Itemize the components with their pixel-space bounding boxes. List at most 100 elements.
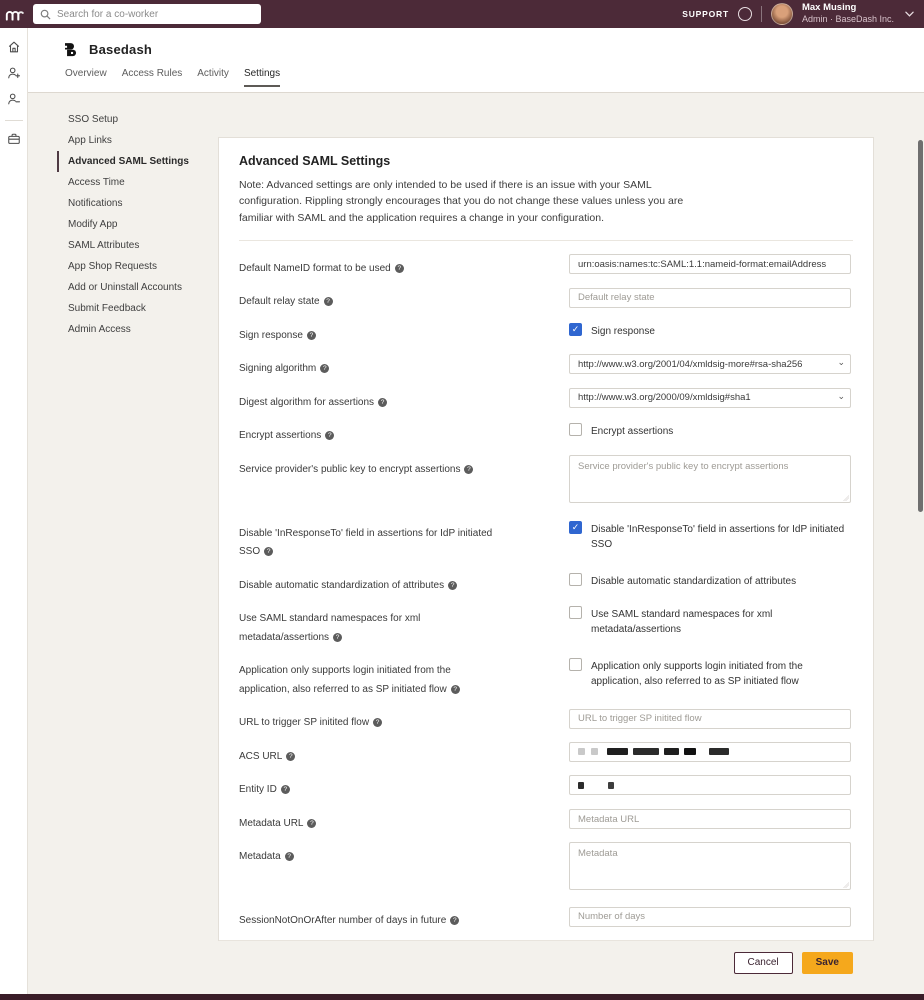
save-button[interactable]: Save <box>802 952 853 974</box>
field-label-column: URL to trigger SP initited flow <box>239 708 569 731</box>
tab-settings[interactable]: Settings <box>244 68 280 87</box>
field-textarea[interactable] <box>569 842 851 890</box>
field-label-column: Entity ID <box>239 775 569 798</box>
checkbox-unchecked[interactable] <box>569 606 582 619</box>
add-user-icon[interactable] <box>6 65 21 80</box>
help-icon[interactable] <box>307 819 316 828</box>
sidebar-item-admin-access[interactable]: Admin Access <box>57 319 215 340</box>
help-icon[interactable] <box>464 465 473 474</box>
remove-user-icon[interactable] <box>6 91 21 106</box>
checkbox-label[interactable]: Use SAML standard namespaces for xml met… <box>591 606 851 637</box>
vertical-scrollbar[interactable] <box>918 140 923 512</box>
field-control-column: ✓ Disable 'InResponseTo' field in asserti… <box>569 519 851 560</box>
topbar-divider <box>761 6 762 22</box>
search-icon <box>40 9 51 20</box>
help-icon[interactable] <box>451 685 460 694</box>
sidebar-item-app-links[interactable]: App Links <box>57 130 215 151</box>
checkbox-unchecked[interactable] <box>569 423 582 436</box>
user-avatar[interactable] <box>771 3 793 25</box>
advanced-saml-settings-card: Advanced SAML Settings Note: Advanced se… <box>218 137 874 941</box>
field-input-redacted[interactable] <box>569 742 851 762</box>
field-input[interactable] <box>569 809 851 829</box>
field-label-column: Metadata <box>239 842 569 895</box>
field-select[interactable]: http://www.w3.org/2000/09/xmldsig#sha1⌄ <box>569 388 851 408</box>
field-input-redacted[interactable] <box>569 775 851 795</box>
checkbox-label[interactable]: Disable automatic standardization of att… <box>591 573 796 589</box>
rail-divider <box>5 120 23 121</box>
help-icon[interactable] <box>281 785 290 794</box>
page-title: Basedash <box>89 42 152 57</box>
sidebar-item-add-or-uninstall-accounts[interactable]: Add or Uninstall Accounts <box>57 277 215 298</box>
sidebar-item-advanced-saml-settings[interactable]: Advanced SAML Settings <box>57 151 215 172</box>
sidebar-item-submit-feedback[interactable]: Submit Feedback <box>57 298 215 319</box>
help-icon[interactable] <box>264 547 273 556</box>
checkbox-unchecked[interactable] <box>569 573 582 586</box>
field-label: Disable 'InResponseTo' field in assertio… <box>239 528 492 558</box>
help-icon[interactable] <box>378 398 387 407</box>
field-input[interactable] <box>569 288 851 308</box>
checkbox-row: ✓ Disable 'InResponseTo' field in asserti… <box>569 519 851 552</box>
field-label: Metadata URL <box>239 818 303 829</box>
field-label: Default relay state <box>239 296 320 307</box>
field-label-column: Disable 'InResponseTo' field in assertio… <box>239 519 569 560</box>
sidebar-item-access-time[interactable]: Access Time <box>57 172 215 193</box>
chevron-down-icon[interactable] <box>905 9 914 20</box>
help-circle-icon[interactable] <box>738 7 752 21</box>
form-row: Digest algorithm for assertionshttp://ww… <box>239 388 853 411</box>
form-row: Sign response✓Sign response <box>239 321 853 344</box>
redaction-block <box>591 748 598 755</box>
help-icon[interactable] <box>324 297 333 306</box>
select-value: http://www.w3.org/2000/09/xmldsig#sha1 <box>569 388 851 408</box>
briefcase-icon[interactable] <box>6 131 21 146</box>
field-control-column: Disable automatic standardization of att… <box>569 571 851 594</box>
help-icon[interactable] <box>307 331 316 340</box>
coworker-search[interactable] <box>33 4 261 24</box>
checkbox-row: Use SAML standard namespaces for xml met… <box>569 604 851 637</box>
checkbox-unchecked[interactable] <box>569 658 582 671</box>
tab-access-rules[interactable]: Access Rules <box>122 68 183 87</box>
sidebar-item-sso-setup[interactable]: SSO Setup <box>57 109 215 130</box>
checkbox-checked[interactable]: ✓ <box>569 323 582 336</box>
field-select[interactable]: http://www.w3.org/2001/04/xmldsig-more#r… <box>569 354 851 374</box>
checkbox-label[interactable]: Disable 'InResponseTo' field in assertio… <box>591 521 851 552</box>
user-menu[interactable]: Max Musing Admin · BaseDash Inc. <box>802 2 894 25</box>
help-icon[interactable] <box>448 581 457 590</box>
rippling-logo-icon[interactable] <box>0 6 28 22</box>
checkbox-label[interactable]: Encrypt assertions <box>591 423 673 439</box>
tab-overview[interactable]: Overview <box>65 68 107 87</box>
field-textarea[interactable] <box>569 455 851 503</box>
cancel-button[interactable]: Cancel <box>734 952 793 974</box>
sidebar-item-notifications[interactable]: Notifications <box>57 193 215 214</box>
form-row: URL to trigger SP initited flow <box>239 708 853 731</box>
field-control-column: Encrypt assertions <box>569 421 851 444</box>
checkbox-checked[interactable]: ✓ <box>569 521 582 534</box>
help-icon[interactable] <box>450 916 459 925</box>
help-icon[interactable] <box>373 718 382 727</box>
help-icon[interactable] <box>320 364 329 373</box>
checkbox-label[interactable]: Sign response <box>591 323 655 339</box>
card-title: Advanced SAML Settings <box>239 154 853 168</box>
field-input[interactable] <box>569 709 851 729</box>
support-link[interactable]: SUPPORT <box>682 9 729 19</box>
help-icon[interactable] <box>325 431 334 440</box>
help-icon[interactable] <box>285 852 294 861</box>
tab-activity[interactable]: Activity <box>197 68 229 87</box>
field-label: Application only supports login initiate… <box>239 665 451 695</box>
checkbox-row: Encrypt assertions <box>569 421 851 439</box>
help-icon[interactable] <box>395 264 404 273</box>
field-input[interactable] <box>569 254 851 274</box>
checkbox-row: Application only supports login initiate… <box>569 656 851 689</box>
tab-bar: Overview Access Rules Activity Settings <box>28 68 924 87</box>
sidebar-item-modify-app[interactable]: Modify App <box>57 214 215 235</box>
help-icon[interactable] <box>286 752 295 761</box>
field-input[interactable] <box>569 907 851 927</box>
sidebar-item-app-shop-requests[interactable]: App Shop Requests <box>57 256 215 277</box>
search-input[interactable] <box>57 9 254 20</box>
help-icon[interactable] <box>333 633 342 642</box>
home-icon[interactable] <box>6 39 21 54</box>
sidebar-item-saml-attributes[interactable]: SAML Attributes <box>57 235 215 256</box>
left-nav-rail <box>0 28 28 994</box>
field-control-column <box>569 809 851 832</box>
field-label-column: SessionNotOnOrAfter number of days in fu… <box>239 906 569 929</box>
checkbox-label[interactable]: Application only supports login initiate… <box>591 658 851 689</box>
